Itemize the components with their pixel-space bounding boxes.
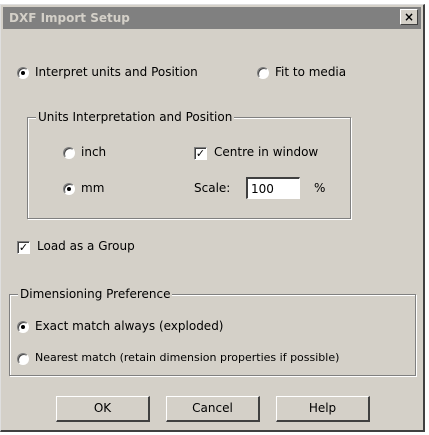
nearest-match-label: Nearest match (retain dimension properti… (35, 351, 340, 364)
inch-radio[interactable] (63, 147, 75, 159)
ok-button[interactable]: OK (56, 396, 150, 422)
title-bar[interactable]: DXF Import Setup × (3, 7, 421, 29)
units-group-legend: Units Interpretation and Position (36, 110, 235, 124)
close-button[interactable]: × (400, 9, 418, 25)
units-group: Units Interpretation and Position (27, 110, 351, 219)
centre-in-window-label: Centre in window (214, 145, 319, 159)
interpret-units-radio[interactable] (17, 67, 29, 79)
dimensioning-group-legend: Dimensioning Preference (18, 287, 173, 301)
close-icon: × (403, 10, 415, 24)
cancel-button[interactable]: Cancel (166, 396, 260, 422)
fit-to-media-label: Fit to media (275, 65, 347, 79)
centre-in-window-checkbox[interactable]: ✓ (194, 147, 207, 160)
nearest-match-radio[interactable] (17, 353, 29, 365)
fit-to-media-radio[interactable] (257, 67, 269, 79)
help-button[interactable]: Help (276, 396, 370, 422)
scale-unit-label: % (314, 181, 326, 195)
mm-label: mm (81, 181, 105, 195)
load-as-group-label: Load as a Group (37, 239, 135, 253)
window-title: DXF Import Setup (9, 11, 130, 25)
mm-radio[interactable] (63, 183, 75, 195)
exact-match-radio[interactable] (17, 321, 29, 333)
scale-label: Scale: (194, 181, 231, 195)
dxf-import-dialog: DXF Import Setup × Interpret units and P… (0, 4, 425, 432)
exact-match-label: Exact match always (exploded) (35, 319, 224, 333)
interpret-units-label: Interpret units and Position (35, 65, 198, 79)
load-as-group-checkbox[interactable]: ✓ (17, 241, 30, 254)
inch-label: inch (81, 145, 107, 159)
scale-input[interactable]: 100 (246, 177, 300, 199)
